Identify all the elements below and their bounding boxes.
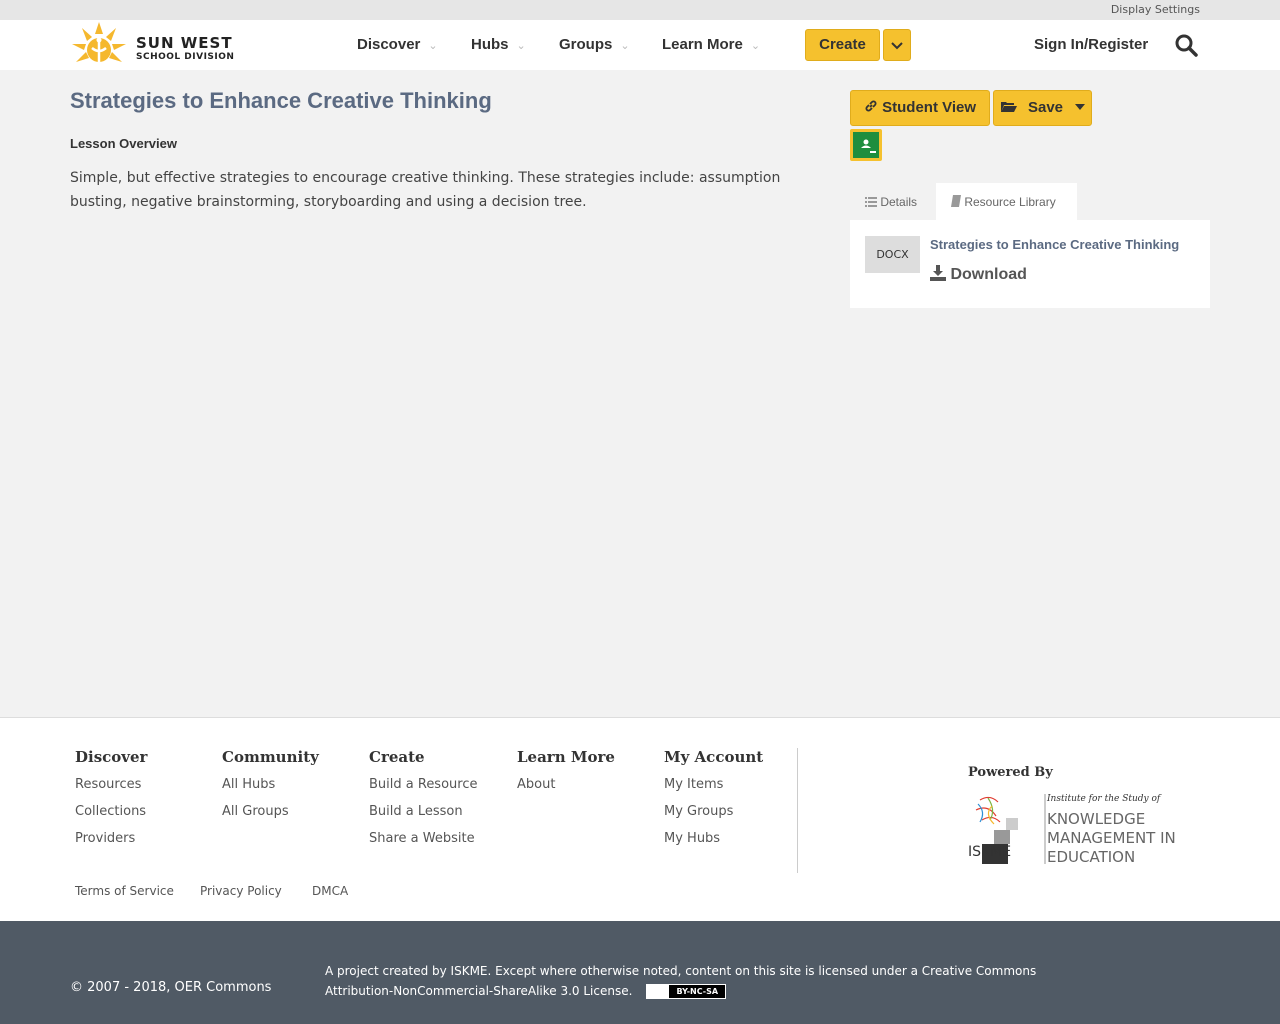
lesson-overview-label: Lesson Overview <box>70 136 177 151</box>
page-title: Strategies to Enhance Creative Thinking <box>70 88 492 113</box>
nav-learn-more[interactable]: Learn More ⌄ <box>662 36 760 53</box>
utility-bar: Display Settings <box>0 0 1280 20</box>
iskme-name-line: EDUCATION <box>1047 848 1136 866</box>
footer-link-my-groups[interactable]: My Groups <box>664 804 763 819</box>
nav-groups[interactable]: Groups ⌄ <box>559 36 630 53</box>
nav-label: Learn More <box>662 36 743 53</box>
cc-logo-icon <box>647 985 670 998</box>
terms-of-service-link[interactable]: Terms of Service <box>75 884 174 898</box>
footer-link-my-hubs[interactable]: My Hubs <box>664 831 763 846</box>
footer-link-all-hubs[interactable]: All Hubs <box>222 777 319 792</box>
footer-column-learn-more: Learn More About <box>517 748 615 804</box>
footer-link-build-lesson[interactable]: Build a Lesson <box>369 804 477 819</box>
footer-link-all-groups[interactable]: All Groups <box>222 804 319 819</box>
footer-link-collections[interactable]: Collections <box>75 804 147 819</box>
cc-license-code: BY-NC-SA <box>669 985 726 998</box>
resource-library-panel: DOCX Strategies to Enhance Creative Thin… <box>850 220 1210 308</box>
bottom-bar: © 2007 - 2018, OER Commons A project cre… <box>0 921 1280 1024</box>
license-text: A project created by ISKME. Except where… <box>325 961 1065 1001</box>
chevron-down-icon <box>891 42 903 50</box>
tab-label: Resource Library <box>964 195 1056 209</box>
sun-west-logo[interactable]: SUN WEST SCHOOL DIVISION <box>70 20 240 68</box>
footer-link-resources[interactable]: Resources <box>75 777 147 792</box>
nav-label: Groups <box>559 36 613 53</box>
privacy-policy-link[interactable]: Privacy Policy <box>200 884 282 898</box>
download-button[interactable]: Download <box>930 265 1027 284</box>
dmca-link[interactable]: DMCA <box>312 884 348 898</box>
sun-logo-icon <box>72 22 126 64</box>
logo-title: SUN WEST <box>136 34 233 52</box>
student-view-button[interactable]: Student View <box>850 90 990 126</box>
book-icon <box>951 195 961 207</box>
footer-link-build-resource[interactable]: Build a Resource <box>369 777 477 792</box>
google-classroom-button[interactable] <box>850 129 882 161</box>
link-icon <box>865 100 877 112</box>
footer-heading: My Account <box>664 748 764 766</box>
tab-details[interactable]: Details <box>850 183 936 221</box>
create-dropdown-button[interactable] <box>883 29 911 61</box>
folder-open-icon <box>1000 102 1017 112</box>
site-footer: Discover Resources Collections Providers… <box>0 717 1280 921</box>
tab-resource-library[interactable]: Resource Library <box>936 183 1077 221</box>
caret-down-icon <box>1075 104 1086 110</box>
download-label: Download <box>950 266 1027 283</box>
site-header: SUN WEST SCHOOL DIVISION Discover ⌄ Hubs ⌄… <box>0 20 1280 70</box>
chevron-down-icon: ⌄ <box>516 40 526 52</box>
footer-heading: Learn More <box>517 748 615 766</box>
creative-commons-badge[interactable]: BY-NC-SA <box>646 984 727 999</box>
chevron-down-icon: ⌄ <box>620 40 630 52</box>
footer-column-community: Community All Hubs All Groups <box>222 748 319 831</box>
nav-hubs[interactable]: Hubs ⌄ <box>471 36 526 53</box>
footer-heading: Create <box>369 748 425 766</box>
iskme-tagline: Institute for the Study of <box>1047 794 1161 804</box>
save-button[interactable]: Save <box>993 90 1092 126</box>
tab-label: Details <box>880 195 918 209</box>
copyright-text: © 2007 - 2018, OER Commons <box>70 980 272 995</box>
powered-by-label: Powered By <box>968 765 1053 780</box>
chevron-down-icon: ⌄ <box>428 40 438 52</box>
list-icon <box>865 197 877 207</box>
display-settings-link[interactable]: Display Settings <box>1111 3 1200 16</box>
create-button[interactable]: Create <box>805 29 880 61</box>
iskme-wordmark: ISKME <box>968 844 1012 860</box>
footer-link-providers[interactable]: Providers <box>75 831 147 846</box>
nav-discover[interactable]: Discover ⌄ <box>357 36 438 53</box>
iskme-name: KNOWLEDGE MANAGEMENT IN EDUCATION <box>1047 810 1176 867</box>
download-icon <box>930 265 946 281</box>
footer-column-discover: Discover Resources Collections Providers <box>75 748 147 858</box>
search-icon[interactable] <box>1174 33 1198 57</box>
iskme-name-line: KNOWLEDGE <box>1047 810 1146 828</box>
lesson-overview-text: Simple, but effective strategies to enco… <box>70 170 781 210</box>
footer-link-my-items[interactable]: My Items <box>664 777 763 792</box>
footer-heading: Discover <box>75 748 148 766</box>
save-label: Save <box>1027 99 1064 116</box>
file-type-badge: DOCX <box>865 236 920 273</box>
google-classroom-icon <box>853 132 879 158</box>
footer-link-about[interactable]: About <box>517 777 615 792</box>
footer-heading: Community <box>222 748 319 766</box>
footer-column-create: Create Build a Resource Build a Lesson S… <box>369 748 477 858</box>
footer-column-my-account: My Account My Items My Groups My Hubs <box>664 748 763 858</box>
chevron-down-icon: ⌄ <box>750 40 761 52</box>
student-view-label: Student View <box>882 99 977 116</box>
iskme-name-line: MANAGEMENT IN <box>1047 829 1176 847</box>
logo-subtitle: SCHOOL DIVISION <box>136 52 235 62</box>
sign-in-link[interactable]: Sign In/Register <box>1034 36 1148 53</box>
nav-label: Hubs <box>471 36 509 53</box>
nav-label: Discover <box>357 36 421 53</box>
resource-title-link[interactable]: Strategies to Enhance Creative Thinking <box>930 237 1179 252</box>
footer-divider <box>797 748 798 873</box>
footer-link-share-website[interactable]: Share a Website <box>369 831 477 846</box>
